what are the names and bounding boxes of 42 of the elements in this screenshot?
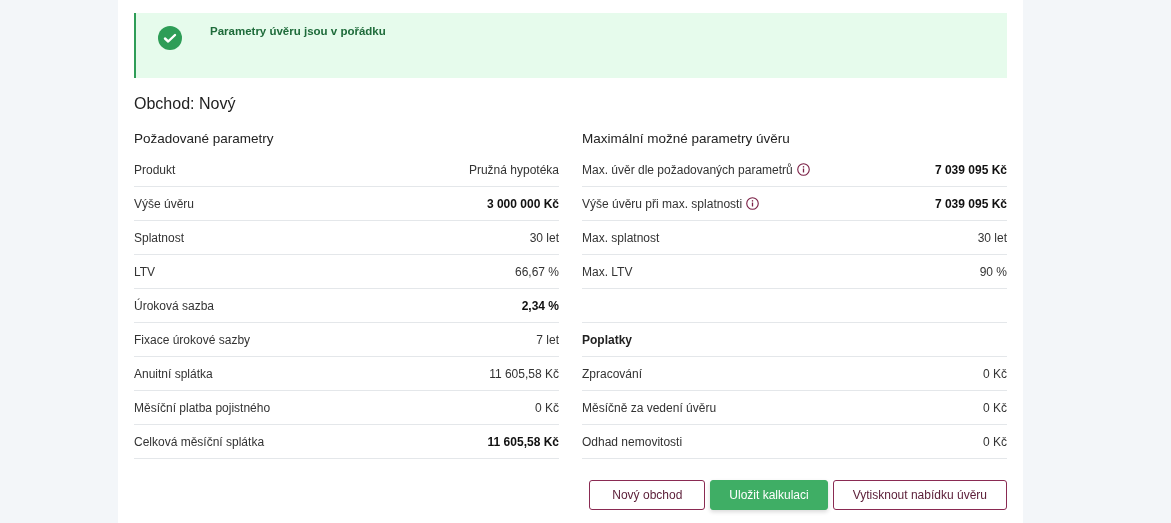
row-value: 90 % [979,264,1007,279]
row-label: Měsíční platba pojistného [134,400,271,415]
row-value: 30 let [977,230,1007,245]
row-label: Produkt [134,162,176,177]
row-value: Pružná hypotéka [468,162,559,177]
row-label: Měsíčně za vedení úvěru [582,400,717,415]
row-label: Splatnost [134,230,185,245]
row-label: Max. LTV [582,264,633,279]
action-button[interactable]: Vytisknout nabídku úvěru [832,480,1007,510]
page-title: Obchod: Nový [134,95,237,113]
row-value: 11 605,58 Kč [489,366,559,381]
subsection-heading: Poplatky [582,332,632,347]
row-value: 30 let [529,230,559,245]
row-value: 7 let [536,332,559,347]
row-value: 0 Kč [983,366,1007,381]
row-label: Zpracování [582,366,643,381]
action-button[interactable]: Nový obchod [589,480,706,510]
row-label: Úroková sazba [134,298,215,313]
row-label: Odhad nemovitosti [582,434,683,449]
check-icon [158,26,182,50]
row-value: 3 000 000 Kč [486,196,559,211]
row-value: 0 Kč [535,400,559,415]
section-heading: Maximální možné parametry úvěru [582,129,791,148]
info-icon[interactable] [796,163,810,176]
row-label: Celková měsíční splátka [134,434,265,449]
row-label: Výše úvěru [134,196,195,211]
row-value: 11 605,58 Kč [487,434,559,449]
row-label: Max. úvěr dle požadovaných parametrů [582,162,793,177]
row-label: Anuitní splátka [134,366,213,381]
row-value: 66,67 % [514,264,559,279]
row-value: 7 039 095 Kč [934,162,1007,177]
alert-message: Parametry úvěru jsou v pořádku [210,25,386,37]
info-icon[interactable] [746,197,760,210]
row-label: LTV [134,264,156,279]
row-value: 0 Kč [983,400,1007,415]
row-value: 7 039 095 Kč [934,196,1007,211]
row-label: Výše úvěru při max. splatnosti [582,196,743,211]
row-value: 2,34 % [521,298,559,313]
row-label: Max. splatnost [582,230,660,245]
section-heading: Požadované parametry [134,129,275,148]
row-label: Fixace úrokové sazby [134,332,251,347]
row-value: 0 Kč [983,434,1007,449]
